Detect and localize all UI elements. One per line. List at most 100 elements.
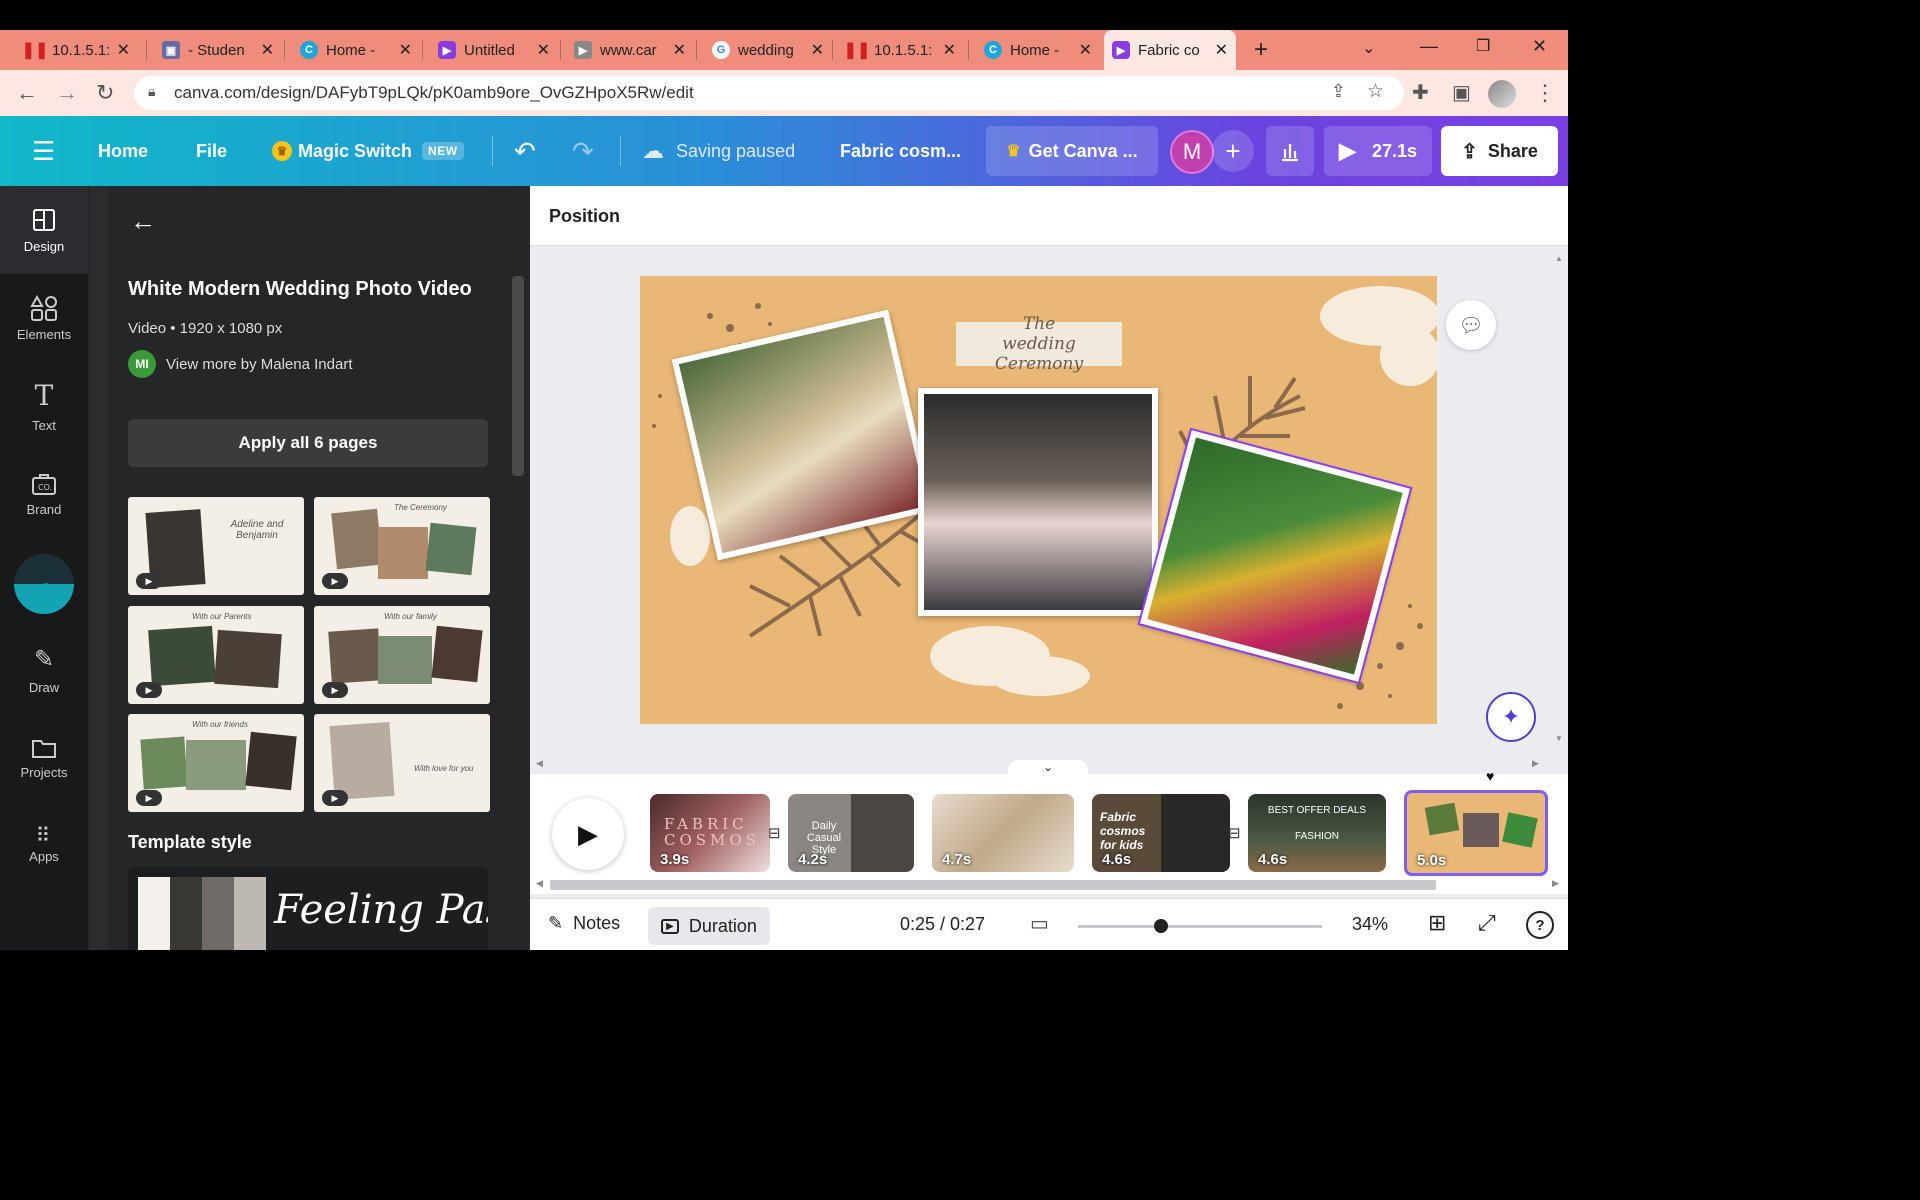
browser-tab[interactable]: C Home - ✕ bbox=[976, 30, 1100, 70]
browser-tab[interactable]: ❚❚ 10.1.5.1: ✕ bbox=[18, 30, 138, 70]
rail-item-brand[interactable]: CO. Brand bbox=[0, 450, 88, 538]
zoom-level[interactable]: 34% bbox=[1352, 914, 1388, 935]
magic-assistant-icon[interactable]: ✦ bbox=[1486, 692, 1536, 742]
close-icon[interactable]: ✕ bbox=[1215, 40, 1228, 60]
add-collaborator-icon[interactable]: + bbox=[1212, 130, 1254, 172]
home-button[interactable]: Home bbox=[98, 116, 148, 186]
close-icon[interactable]: ✕ bbox=[943, 40, 956, 60]
playback-time: 0:25 / 0:27 bbox=[900, 914, 986, 934]
close-icon[interactable]: ✕ bbox=[673, 40, 686, 60]
upload-cloud-icon[interactable]: ☁ bbox=[14, 554, 74, 614]
back-arrow-icon[interactable]: ← bbox=[16, 80, 38, 106]
position-button[interactable]: Position bbox=[549, 206, 620, 227]
transition-icon[interactable]: ⊟ bbox=[1228, 824, 1241, 842]
timeline-clip-selected[interactable]: 5.0s bbox=[1404, 790, 1548, 876]
rail-item-projects[interactable]: Projects bbox=[0, 714, 88, 802]
timeline-scrollbar[interactable]: ◀ ▶ bbox=[530, 878, 1568, 892]
user-avatar[interactable]: M bbox=[1170, 130, 1214, 174]
rail-item-elements[interactable]: Elements bbox=[0, 274, 88, 362]
sidebar-icon[interactable]: ▣ bbox=[1452, 80, 1471, 105]
reload-icon[interactable]: ↻ bbox=[96, 80, 114, 106]
file-menu[interactable]: File bbox=[196, 116, 227, 186]
rail-item-design[interactable]: Design bbox=[0, 186, 88, 274]
notes-button[interactable]: ✎ Notes bbox=[548, 913, 620, 934]
rail-item-apps[interactable]: ⠿ Apps bbox=[0, 802, 88, 890]
browser-tab-active[interactable]: ▶ Fabric co ✕ bbox=[1104, 30, 1236, 70]
zoom-slider[interactable] bbox=[1078, 919, 1322, 933]
browser-menu-icon[interactable]: ⋮ bbox=[1534, 80, 1556, 106]
share-button[interactable]: ⇪ Share bbox=[1441, 126, 1558, 176]
timeline-clip[interactable]: FABRIC COSMOS 3.9s bbox=[650, 794, 770, 872]
close-icon[interactable]: ✕ bbox=[811, 40, 824, 60]
browser-tab[interactable]: ▶ Untitled ✕ bbox=[430, 30, 558, 70]
apply-all-pages-button[interactable]: Apply all 6 pages bbox=[128, 419, 488, 467]
duration-button[interactable]: ▶ Duration bbox=[648, 907, 770, 945]
photo-frame-2[interactable] bbox=[918, 388, 1158, 616]
rail-item-text[interactable]: T Text bbox=[0, 362, 88, 450]
close-icon[interactable]: ✕ bbox=[537, 40, 550, 60]
template-page-thumb[interactable]: Adeline and Benjamin ▶ bbox=[128, 497, 304, 595]
bookmark-star-icon[interactable]: ☆ bbox=[1367, 80, 1384, 103]
template-page-thumb[interactable]: With our Parents ▶ bbox=[128, 606, 304, 704]
scrollbar-thumb[interactable] bbox=[512, 276, 524, 476]
get-canva-pro-button[interactable]: ♛ Get Canva ... bbox=[986, 126, 1158, 176]
playhead-icon[interactable]: ♥ bbox=[1486, 768, 1494, 784]
template-page-thumb[interactable]: With our friends ▶ bbox=[128, 714, 304, 812]
analytics-icon[interactable] bbox=[1266, 126, 1314, 176]
close-icon[interactable]: ✕ bbox=[1079, 40, 1092, 60]
vertical-scrollbar[interactable]: ▲ ▼ bbox=[1552, 246, 1566, 746]
chevron-down-icon[interactable]: ⌄ bbox=[1362, 38, 1375, 58]
fullscreen-icon[interactable]: ⤢ bbox=[1478, 910, 1496, 936]
tab-divider bbox=[696, 40, 697, 60]
profile-avatar[interactable] bbox=[1488, 80, 1516, 108]
back-arrow-icon[interactable]: ← bbox=[130, 206, 156, 237]
timeline-clip[interactable]: BEST OFFER DEALS FASHION 4.6s bbox=[1248, 794, 1386, 872]
design-canvas[interactable]: The wedding Ceremony bbox=[640, 276, 1437, 724]
url-field[interactable]: 🔒︎ canva.com/design/DAFybT9pLQk/pK0amb9o… bbox=[134, 76, 1404, 110]
timeline-clip[interactable]: Fabric cosmos for kids 4.6s bbox=[1092, 794, 1230, 872]
template-page-thumb[interactable]: With love for you ▶ bbox=[314, 714, 490, 812]
author-row[interactable]: MI View more by Malena Indart bbox=[128, 350, 352, 378]
timeline-scrollbar-thumb[interactable] bbox=[550, 880, 1436, 890]
browser-tab[interactable]: ▣ - Studen ✕ bbox=[154, 30, 282, 70]
transition-icon[interactable]: ⊟ bbox=[768, 824, 781, 842]
close-icon[interactable]: ✕ bbox=[117, 40, 130, 60]
template-page-thumb[interactable]: The Ceremony ▶ bbox=[314, 497, 490, 595]
minimize-icon[interactable]: — bbox=[1420, 36, 1438, 57]
browser-tab[interactable]: ❚❚ 10.1.5.1: ✕ bbox=[840, 30, 964, 70]
author-link[interactable]: View more by Malena Indart bbox=[166, 356, 352, 373]
timeline-play-button[interactable]: ▶ bbox=[552, 798, 624, 870]
panel-scrollbar[interactable] bbox=[512, 256, 524, 936]
grid-view-icon[interactable]: ⊞ bbox=[1428, 910, 1446, 936]
new-tab-icon[interactable]: + bbox=[1254, 36, 1268, 64]
undo-icon[interactable]: ↶ bbox=[514, 116, 536, 186]
timeline-clip[interactable]: 4.7s bbox=[932, 794, 1074, 872]
panel-outer-scrollbar[interactable] bbox=[90, 186, 108, 950]
add-comment-icon[interactable]: 💬︎ bbox=[1446, 300, 1496, 350]
close-icon[interactable]: ✕ bbox=[399, 40, 412, 60]
forward-arrow-icon[interactable]: → bbox=[56, 80, 78, 106]
help-icon[interactable]: ? bbox=[1526, 911, 1554, 939]
browser-tab[interactable]: C Home - ✕ bbox=[292, 30, 420, 70]
timeline-clip[interactable]: Daily Casual Style 4.2s bbox=[788, 794, 914, 872]
template-page-thumb[interactable]: With our family ▶ bbox=[314, 606, 490, 704]
saving-status[interactable]: ☁ Saving paused bbox=[642, 116, 795, 186]
canvas-heading[interactable]: The wedding Ceremony bbox=[956, 314, 1122, 374]
browser-tab[interactable]: ▶ www.car ✕ bbox=[566, 30, 694, 70]
window-close-icon[interactable]: ✕ bbox=[1532, 36, 1547, 57]
magic-switch-button[interactable]: ♛ Magic Switch NEW bbox=[272, 116, 464, 186]
close-icon[interactable]: ✕ bbox=[261, 40, 274, 60]
zoom-slider-thumb[interactable] bbox=[1153, 919, 1168, 933]
hamburger-menu-icon[interactable]: ☰ bbox=[32, 116, 55, 186]
extensions-icon[interactable]: ✚ bbox=[1412, 80, 1429, 105]
thumb-caption: Adeline and Benjamin bbox=[230, 519, 284, 541]
page-view-icon[interactable]: ▭ bbox=[1030, 911, 1049, 936]
share-page-icon[interactable]: ⇪ bbox=[1331, 81, 1346, 102]
play-presentation-button[interactable]: ▶ 27.1s bbox=[1324, 126, 1432, 176]
restore-icon[interactable]: ❐ bbox=[1476, 36, 1490, 56]
design-title[interactable]: Fabric cosm... bbox=[840, 116, 961, 186]
rail-item-draw[interactable]: ✎ Draw bbox=[0, 626, 88, 714]
template-style-card[interactable]: Feeling Passi bbox=[128, 867, 488, 950]
browser-tab[interactable]: G wedding ✕ bbox=[704, 30, 832, 70]
redo-icon[interactable]: ↷ bbox=[572, 116, 594, 186]
